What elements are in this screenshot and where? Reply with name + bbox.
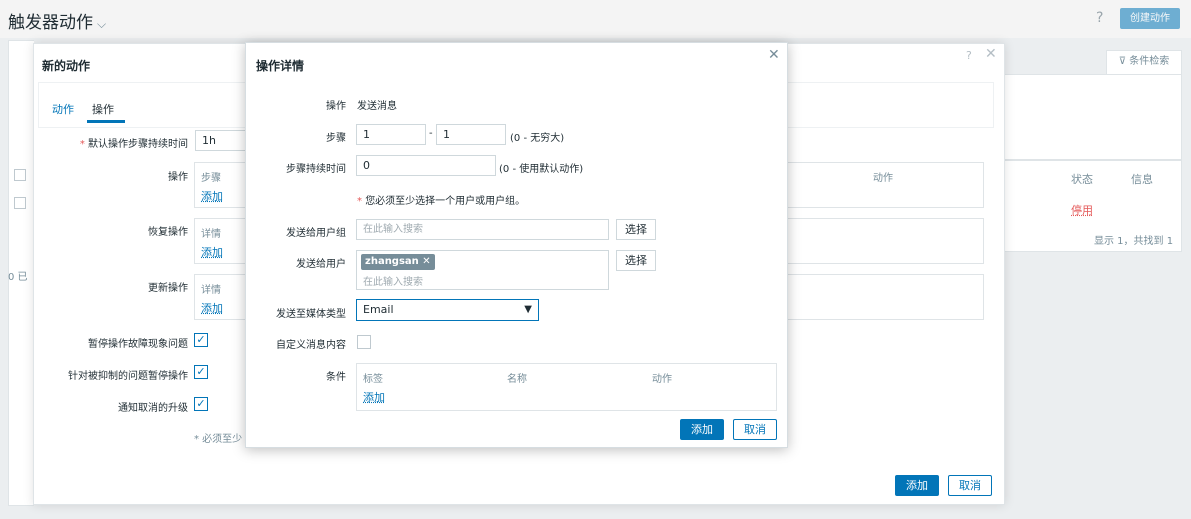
- media-type-label: 发送至媒体类型: [276, 309, 346, 320]
- pause-suppressed-checkbox[interactable]: ✓: [194, 365, 208, 379]
- update-operations-label: 更新操作: [148, 283, 188, 294]
- status-disabled-link[interactable]: 停用: [1071, 202, 1093, 218]
- media-type-value: Email: [363, 303, 394, 316]
- user-multiselect[interactable]: zhangsan ✕ 在此输入搜索: [356, 250, 609, 290]
- select-all-checkbox[interactable]: [14, 169, 26, 181]
- user-group-search-input[interactable]: 在此输入搜索: [356, 219, 609, 240]
- custom-message-checkbox[interactable]: [357, 335, 371, 349]
- add-recovery-operation-link[interactable]: 添加: [201, 244, 223, 260]
- user-search-placeholder: 在此输入搜索: [363, 277, 423, 288]
- step-duration-hint: (0 - 使用默认动作): [499, 164, 584, 175]
- cancel-button[interactable]: 取消: [948, 475, 992, 496]
- chevron-down-icon: ▼: [524, 304, 532, 315]
- steps-label: 步骤: [326, 133, 346, 144]
- dialog-title: 新的动作: [42, 59, 91, 73]
- conditions-table: 标签 名称 动作 添加: [356, 363, 777, 411]
- default-step-duration-label: * 默认操作步骤持续时间: [79, 139, 188, 150]
- results-count: 显示 1，共找到 1: [1094, 236, 1174, 247]
- page-title-text: 触发器动作: [8, 13, 93, 33]
- required-note: * 必须至少: [194, 434, 243, 445]
- add-condition-link[interactable]: 添加: [363, 389, 385, 405]
- column-info: 信息: [1131, 173, 1153, 186]
- step-dash: -: [429, 128, 433, 139]
- add-operation-link[interactable]: 添加: [201, 188, 223, 204]
- operation-label: 操作: [326, 101, 346, 112]
- chevron-down-icon[interactable]: ⌵: [97, 17, 106, 31]
- step-duration-label: 步骤持续时间: [286, 164, 346, 175]
- column-details: 详情: [201, 229, 221, 240]
- warning-message: * 您必须至少选择一个用户或用户组。: [357, 196, 526, 207]
- tab-action[interactable]: 动作: [52, 101, 74, 117]
- help-icon[interactable]: ?: [1096, 10, 1103, 26]
- active-tab-indicator: [87, 120, 125, 123]
- cancel-button[interactable]: 取消: [733, 419, 777, 440]
- notify-cancel-label: 通知取消的升级: [118, 403, 188, 414]
- column-status[interactable]: 状态: [1071, 171, 1093, 187]
- step-duration-input[interactable]: 0: [356, 155, 496, 176]
- operations-label: 操作: [168, 172, 188, 183]
- row-checkbox[interactable]: [14, 197, 26, 209]
- notify-cancel-checkbox[interactable]: ✓: [194, 397, 208, 411]
- step-from-input[interactable]: 1: [356, 124, 426, 145]
- step-to-input[interactable]: 1: [436, 124, 506, 145]
- filter-tab-label: 条件检索: [1129, 56, 1170, 67]
- filter-panel: [990, 74, 1182, 160]
- column-action: 动作: [873, 173, 893, 184]
- page-title[interactable]: 触发器动作 ⌵: [8, 8, 106, 33]
- send-users-label: 发送给用户: [296, 259, 346, 270]
- send-groups-label: 发送给用户组: [286, 228, 346, 239]
- selected-count-fragment: 0 已: [8, 272, 28, 283]
- pause-symptoms-checkbox[interactable]: ✓: [194, 333, 208, 347]
- column-label: 标签: [363, 374, 383, 385]
- remove-icon[interactable]: ✕: [422, 256, 430, 267]
- tab-operations[interactable]: 操作: [92, 101, 114, 117]
- pause-suppressed-label: 针对被抑制的问题暂停操作: [68, 371, 188, 382]
- column-name: 名称: [507, 374, 527, 385]
- add-button[interactable]: 添加: [895, 475, 939, 496]
- media-type-select[interactable]: Email ▼: [356, 299, 539, 321]
- add-update-operation-link[interactable]: 添加: [201, 300, 223, 316]
- create-action-button[interactable]: 创建动作: [1120, 8, 1180, 29]
- conditions-label: 条件: [326, 372, 346, 383]
- column-details: 详情: [201, 285, 221, 296]
- top-bar: [0, 0, 1191, 38]
- filter-icon: ⊽: [1118, 56, 1127, 67]
- add-button[interactable]: 添加: [680, 419, 724, 440]
- operation-value: 发送消息: [357, 101, 397, 112]
- recovery-operations-label: 恢复操作: [148, 227, 188, 238]
- close-icon[interactable]: ✕: [985, 46, 997, 62]
- select-users-button[interactable]: 选择: [616, 250, 656, 271]
- column-steps: 步骤: [201, 173, 221, 184]
- column-action: 动作: [652, 374, 672, 385]
- dialog-title: 操作详情: [256, 59, 305, 73]
- custom-message-label: 自定义消息内容: [276, 340, 346, 351]
- help-icon[interactable]: ?: [966, 49, 972, 62]
- operation-details-dialog: 操作详情 ✕ 操作 发送消息 步骤 1 - 1 (0 - 无穷大) 步骤持续时间…: [245, 42, 788, 448]
- steps-hint: (0 - 无穷大): [510, 133, 565, 144]
- close-icon[interactable]: ✕: [768, 47, 780, 63]
- pause-symptoms-label: 暂停操作故障现象问题: [88, 339, 188, 350]
- select-groups-button[interactable]: 选择: [616, 219, 656, 240]
- filter-tab[interactable]: ⊽ 条件检索: [1106, 50, 1182, 74]
- user-tag[interactable]: zhangsan ✕: [361, 254, 435, 270]
